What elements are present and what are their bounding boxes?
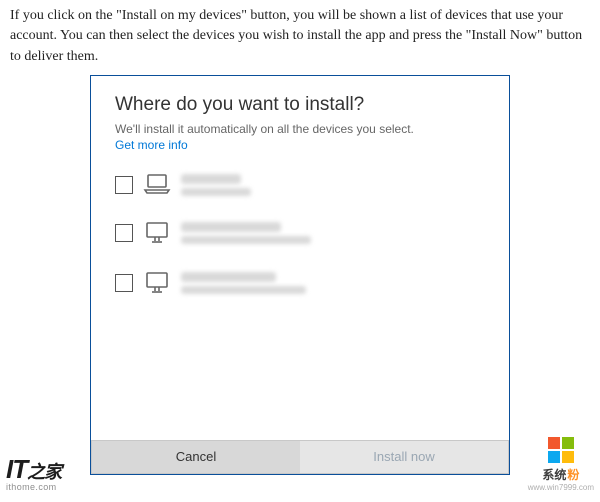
ithome-domain: ithome.com bbox=[6, 482, 57, 492]
watermark-left: IT之家 ithome.com bbox=[6, 458, 61, 492]
ithome-logo: IT之家 bbox=[6, 458, 61, 480]
more-info-link[interactable]: Get more info bbox=[115, 138, 188, 152]
laptop-icon bbox=[143, 173, 171, 200]
device-row bbox=[115, 222, 485, 250]
screenshot-container: Where do you want to install? We'll inst… bbox=[0, 75, 600, 475]
device-row bbox=[115, 174, 485, 200]
dialog-subtitle: We'll install it automatically on all th… bbox=[115, 122, 485, 136]
cancel-button[interactable]: Cancel bbox=[91, 440, 300, 474]
watermark-right-label: 系统粉 bbox=[542, 466, 579, 483]
article-paragraph: If you click on the "Install on my devic… bbox=[0, 0, 600, 67]
device-label bbox=[181, 174, 251, 196]
dialog-title: Where do you want to install? bbox=[115, 94, 485, 116]
dialog-footer: Cancel Install now bbox=[91, 440, 509, 474]
device-checkbox[interactable] bbox=[115, 274, 133, 292]
desktop-icon bbox=[143, 271, 171, 300]
device-list bbox=[91, 160, 509, 440]
device-checkbox[interactable] bbox=[115, 224, 133, 242]
device-row bbox=[115, 272, 485, 300]
watermark-right-domain: www.win7999.com bbox=[528, 483, 594, 492]
desktop-icon bbox=[143, 221, 171, 250]
device-label bbox=[181, 222, 311, 244]
microsoft-logo-icon bbox=[548, 437, 574, 463]
more-info-link-wrap: Get more info bbox=[115, 138, 485, 152]
install-now-button[interactable]: Install now bbox=[300, 440, 509, 474]
device-label bbox=[181, 272, 306, 294]
dialog-header: Where do you want to install? We'll inst… bbox=[91, 76, 509, 160]
device-checkbox[interactable] bbox=[115, 176, 133, 194]
watermark-right: 系统粉 www.win7999.com bbox=[528, 437, 594, 492]
install-dialog: Where do you want to install? We'll inst… bbox=[90, 75, 510, 475]
